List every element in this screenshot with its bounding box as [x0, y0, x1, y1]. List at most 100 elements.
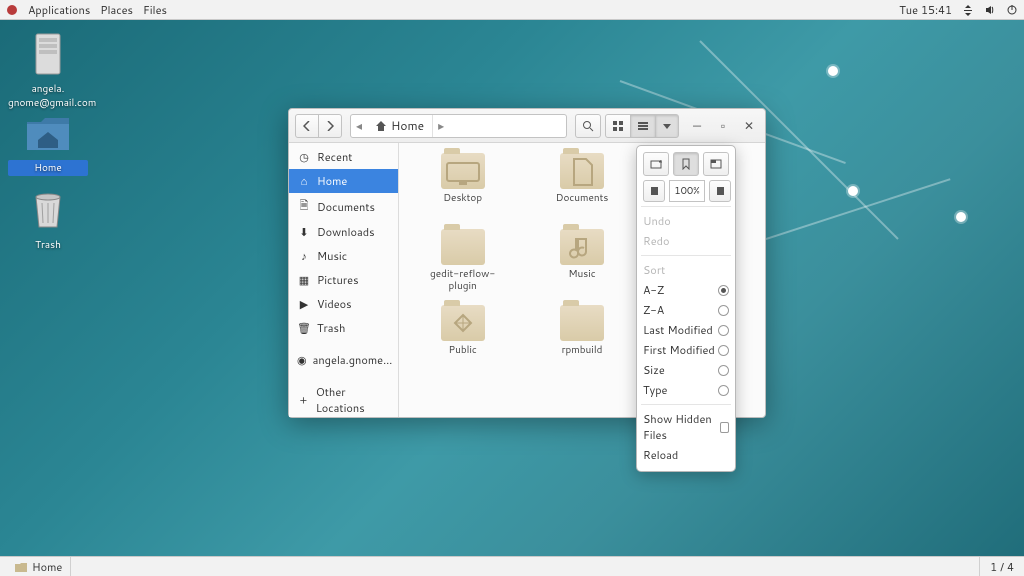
menu-files[interactable]: Files: [143, 2, 167, 18]
sidebar-item-label: Videos: [317, 296, 352, 312]
sidebar: ◷ Recent ⌂Home 🗎 Documents ⬇ Downloads ♪ Music ▦P…: [289, 143, 399, 417]
folder-label: Music: [568, 269, 595, 281]
sort-option-a-z[interactable]: A-Z: [643, 280, 729, 300]
checkbox-icon: [720, 422, 729, 433]
clock-icon: ◷: [297, 149, 311, 165]
folder-icon: [560, 153, 604, 189]
sidebar-item-account[interactable]: ◉angela.gnome…⏏: [289, 348, 398, 372]
music-icon: ♪: [297, 248, 311, 264]
zoom-out-button[interactable]: [643, 180, 665, 202]
sidebar-item-label: Documents: [317, 199, 375, 215]
sidebar-item-pictures[interactable]: ▦Pictures: [289, 268, 398, 292]
sidebar-item-videos[interactable]: ▶ Videos: [289, 292, 398, 316]
document-icon: 🗎: [297, 197, 311, 216]
sidebar-item-documents[interactable]: 🗎 Documents: [289, 193, 398, 220]
folder-rpmbuild[interactable]: rpmbuild: [524, 305, 639, 377]
sidebar-item-label: Home: [317, 173, 347, 189]
sidebar-item-label: Music: [317, 248, 347, 264]
redo-item[interactable]: Redo: [643, 231, 729, 251]
new-tab-button[interactable]: [703, 152, 729, 176]
sort-heading: Sort: [643, 260, 729, 280]
folder-desktop[interactable]: Desktop: [405, 153, 520, 225]
radio-icon: [718, 325, 729, 336]
sort-option-size[interactable]: Size: [643, 360, 729, 380]
folder-label: gedit-reflow-plugin: [428, 269, 498, 292]
desktop-icon-trash[interactable]: Trash: [8, 186, 88, 252]
view-options-button[interactable]: [655, 114, 679, 138]
zoom-level: 100%: [669, 180, 705, 202]
folder-icon: [441, 153, 485, 189]
folder-music[interactable]: Music: [524, 229, 639, 301]
sidebar-item-home[interactable]: ⌂Home: [289, 169, 398, 193]
distro-logo-icon: [6, 4, 18, 16]
menu-places[interactable]: Places: [100, 2, 133, 18]
sidebar-item-label: Pictures: [317, 272, 359, 288]
new-bookmark-button[interactable]: [673, 152, 699, 176]
desktop-icon-home[interactable]: Home: [8, 108, 88, 176]
trash-icon: [24, 186, 72, 234]
folder-icon: [441, 305, 485, 341]
sort-option-first-modified[interactable]: First Modified: [643, 340, 729, 360]
trash-icon: 🗑: [297, 320, 311, 336]
window-controls: — ▫ ✕: [687, 116, 759, 136]
workspace-indicator[interactable]: 1 / 4: [979, 557, 1024, 576]
volume-icon[interactable]: [984, 4, 996, 16]
folder-label: Public: [449, 345, 477, 357]
new-buttons-row: [643, 152, 729, 176]
sort-option-last-modified[interactable]: Last Modified: [643, 320, 729, 340]
path-forward-icon[interactable]: ▸: [433, 117, 449, 134]
back-button[interactable]: [295, 114, 319, 138]
folder-gedit-reflow-plugin[interactable]: gedit-reflow-plugin: [405, 229, 520, 301]
sort-option-z-a[interactable]: Z-A: [643, 300, 729, 320]
search-button[interactable]: [575, 114, 601, 138]
grid-view-button[interactable]: [605, 114, 631, 138]
sidebar-item-label: Recent: [317, 149, 352, 165]
desktop-icon-account[interactable]: angela. gnome@gmail.com: [8, 30, 88, 110]
sidebar-item-label: Downloads: [317, 224, 375, 240]
radio-icon: [718, 305, 729, 316]
clock[interactable]: Tue 15:41: [899, 2, 952, 18]
close-button[interactable]: ✕: [739, 116, 759, 136]
sidebar-item-trash[interactable]: 🗑 Trash: [289, 316, 398, 340]
maximize-button[interactable]: ▫: [713, 116, 733, 136]
power-icon[interactable]: [1006, 4, 1018, 16]
nav-buttons: [295, 114, 342, 138]
path-back-icon[interactable]: ◂: [351, 117, 367, 134]
folder-public[interactable]: Public: [405, 305, 520, 377]
videos-icon: ▶: [297, 296, 311, 312]
bottom-panel: Home 1 / 4: [0, 556, 1024, 576]
folder-icon: [560, 305, 604, 341]
network-icon[interactable]: [962, 4, 974, 16]
sidebar-item-recent[interactable]: ◷ Recent: [289, 145, 398, 169]
folder-documents[interactable]: Documents: [524, 153, 639, 225]
server-icon: [24, 30, 72, 78]
undo-item[interactable]: Undo: [643, 211, 729, 231]
sidebar-item-music[interactable]: ♪ Music: [289, 244, 398, 268]
list-view-button[interactable]: [630, 114, 656, 138]
show-hidden-toggle[interactable]: Show Hidden Files: [643, 409, 729, 445]
folder-icon: [14, 561, 28, 573]
sidebar-item-label: Trash: [317, 320, 345, 336]
taskbar-item-home[interactable]: Home: [6, 557, 71, 576]
forward-button[interactable]: [318, 114, 342, 138]
folder-label: Documents: [556, 193, 609, 205]
radio-icon: [718, 365, 729, 376]
folder-label: Desktop: [443, 193, 482, 205]
download-icon: ⬇: [297, 224, 311, 240]
sort-option-type[interactable]: Type: [643, 380, 729, 400]
minimize-button[interactable]: —: [687, 116, 707, 136]
plus-icon: +: [297, 392, 310, 408]
reload-item[interactable]: Reload: [643, 445, 729, 465]
path-segment-home[interactable]: Home: [367, 115, 433, 137]
folder-icon: [441, 229, 485, 265]
zoom-in-button[interactable]: [709, 180, 731, 202]
zoom-row: 100%: [643, 180, 729, 202]
radio-icon: [718, 345, 729, 356]
titlebar[interactable]: ◂ Home ▸ — ▫ ✕: [289, 109, 765, 143]
view-options-popover: 100% Undo Redo Sort A-ZZ-ALast ModifiedF…: [636, 145, 736, 472]
sidebar-item-downloads[interactable]: ⬇ Downloads: [289, 220, 398, 244]
view-switcher: [605, 114, 679, 138]
new-folder-button[interactable]: [643, 152, 669, 176]
menu-applications[interactable]: Applications: [28, 2, 90, 18]
sidebar-item-other-locations[interactable]: +Other Locations: [289, 380, 398, 417]
